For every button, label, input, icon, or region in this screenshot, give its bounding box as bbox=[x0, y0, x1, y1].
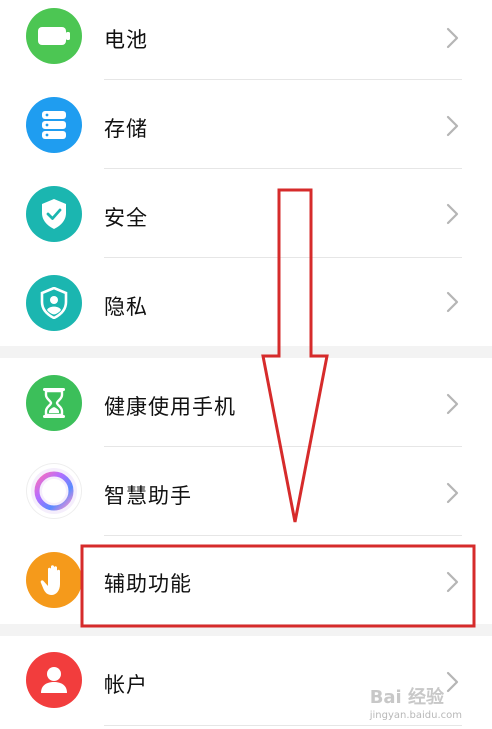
chevron-right-icon bbox=[446, 291, 459, 313]
account-icon bbox=[26, 652, 82, 708]
settings-item-smart-assistant[interactable]: 智慧助手 bbox=[0, 447, 492, 536]
settings-item-battery[interactable]: 电池 bbox=[0, 0, 492, 80]
settings-item-privacy[interactable]: 隐私 bbox=[0, 258, 492, 346]
watermark-brand: Bai 经验 bbox=[369, 687, 444, 708]
shield-check-icon bbox=[26, 186, 82, 242]
hourglass-icon bbox=[26, 375, 82, 431]
settings-item-accessibility[interactable]: 辅助功能 bbox=[0, 536, 492, 624]
settings-item-label: 辅助功能 bbox=[104, 572, 192, 596]
settings-item-label: 安全 bbox=[104, 206, 148, 230]
chevron-right-icon bbox=[446, 571, 459, 593]
settings-item-security[interactable]: 安全 bbox=[0, 169, 492, 258]
chevron-right-icon bbox=[446, 203, 459, 225]
chevron-right-icon bbox=[446, 393, 459, 415]
privacy-icon bbox=[26, 275, 82, 331]
section-gap bbox=[0, 346, 492, 358]
battery-icon bbox=[26, 8, 82, 64]
settings-item-digital-wellbeing[interactable]: 健康使用手机 bbox=[0, 358, 492, 447]
chevron-right-icon bbox=[446, 671, 459, 693]
section-gap bbox=[0, 624, 492, 636]
settings-group-2: 健康使用手机 智慧助手 辅助功能 bbox=[0, 358, 492, 624]
chevron-right-icon bbox=[446, 115, 459, 137]
settings-item-label: 隐私 bbox=[104, 295, 148, 319]
assistant-ring-icon bbox=[26, 463, 82, 519]
settings-item-label: 电池 bbox=[104, 28, 148, 52]
settings-item-storage[interactable]: 存储 bbox=[0, 80, 492, 169]
chevron-right-icon bbox=[446, 482, 459, 504]
divider bbox=[104, 725, 462, 726]
watermark-site: jingyan.baidu.com bbox=[369, 710, 462, 721]
settings-item-label: 帐户 bbox=[104, 673, 148, 697]
settings-item-label: 存储 bbox=[104, 117, 148, 141]
hand-icon bbox=[26, 552, 82, 608]
storage-icon bbox=[26, 97, 82, 153]
chevron-right-icon bbox=[446, 27, 459, 49]
settings-item-label: 智慧助手 bbox=[104, 484, 192, 508]
settings-group-1: 电池 存储 安全 隐私 bbox=[0, 0, 492, 346]
settings-item-label: 健康使用手机 bbox=[104, 395, 236, 419]
